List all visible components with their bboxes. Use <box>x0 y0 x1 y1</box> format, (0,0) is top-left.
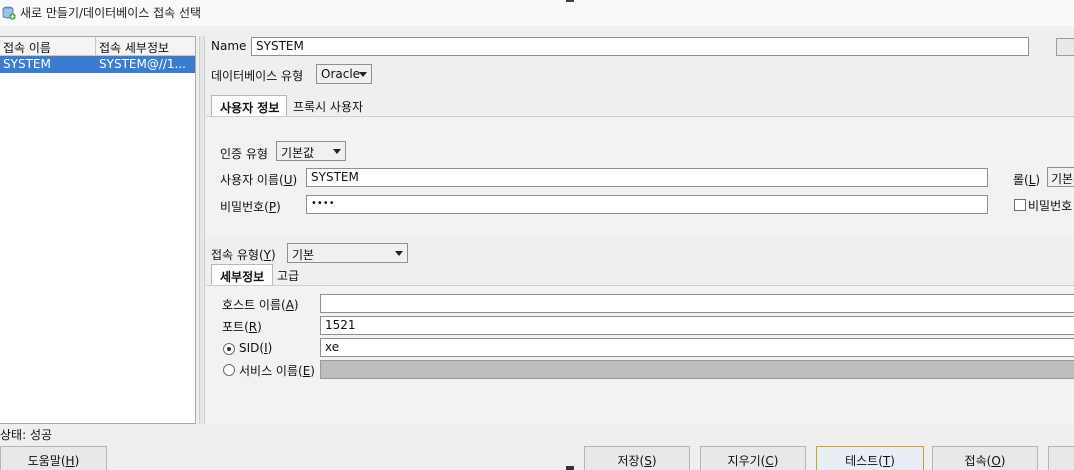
connection-type-label: 접속 유형(Y) <box>211 248 276 262</box>
password-label: 비밀번호(P) <box>220 200 281 214</box>
database-type-select[interactable]: Oracle <box>316 64 372 84</box>
chevron-down-icon <box>395 251 403 256</box>
column-header-connection-detail[interactable]: 접속 세부정보 <box>99 39 169 56</box>
port-label: 포트(R) <box>222 320 262 334</box>
cancel-button[interactable] <box>1048 446 1074 470</box>
title-bar-mark <box>566 0 574 2</box>
database-type-label: 데이터베이스 유형 <box>211 69 304 83</box>
window-title: 새로 만들기/데이터베이스 접속 선택 <box>20 6 202 20</box>
connection-tabstrip: 세부정보 고급 <box>211 264 411 285</box>
add-database-icon <box>2 6 16 20</box>
user-tabstrip: 사용자 정보 프록시 사용자 <box>211 95 511 116</box>
clear-button[interactable]: 지우기(C) <box>700 446 806 470</box>
port-input[interactable]: 1521 <box>320 316 1074 335</box>
connection-list[interactable]: 접속 이름 접속 세부정보 SYSTEM SYSTEM@//1... <box>0 36 196 424</box>
column-divider[interactable] <box>95 37 96 56</box>
color-picker-button[interactable] <box>1056 38 1074 56</box>
chevron-down-icon <box>359 72 367 77</box>
connection-row-detail: SYSTEM@//1... <box>99 57 186 71</box>
username-input[interactable]: SYSTEM <box>306 168 988 187</box>
connection-type-select[interactable]: 기본 <box>287 243 408 263</box>
save-password-checkbox[interactable] <box>1014 199 1026 211</box>
auth-type-label: 인증 유형 <box>220 147 268 161</box>
chevron-down-icon <box>333 149 341 154</box>
connection-row-name: SYSTEM <box>3 57 51 71</box>
password-input[interactable]: •••• <box>306 195 988 214</box>
sid-radio[interactable] <box>223 343 235 355</box>
tab-user-info[interactable]: 사용자 정보 <box>211 95 287 116</box>
test-button[interactable]: 테스트(T) <box>816 446 924 470</box>
column-header-connection-name[interactable]: 접속 이름 <box>3 39 51 56</box>
sid-input[interactable]: xe <box>320 338 1074 357</box>
username-label: 사용자 이름(U) <box>220 173 298 187</box>
service-name-label: 서비스 이름(E) <box>239 364 315 378</box>
save-password-label: 비밀번호 <box>1028 199 1073 213</box>
database-type-value: Oracle <box>321 67 361 81</box>
sid-label: SID(I) <box>239 341 273 355</box>
connection-type-value: 기본 <box>292 248 315 262</box>
name-input[interactable]: SYSTEM <box>251 37 1029 56</box>
panel-splitter[interactable] <box>199 36 205 424</box>
status-text: 상태: 성공 <box>0 428 53 442</box>
role-label: 롤(L) <box>1013 173 1041 187</box>
auth-type-value: 기본값 <box>281 146 315 160</box>
service-name-radio[interactable] <box>223 364 235 376</box>
connection-list-header: 접속 이름 접속 세부정보 <box>0 37 195 56</box>
tab-details[interactable]: 세부정보 <box>211 264 273 285</box>
host-input[interactable] <box>320 294 1074 313</box>
service-name-input <box>320 360 1074 379</box>
bottom-mark <box>566 466 574 470</box>
help-button[interactable]: 도움말(H) <box>0 446 107 470</box>
tab-proxy-user[interactable]: 프록시 사용자 <box>287 95 397 116</box>
connect-button[interactable]: 접속(O) <box>932 446 1038 470</box>
host-label: 호스트 이름(A) <box>222 298 299 312</box>
connection-row[interactable]: SYSTEM SYSTEM@//1... <box>0 56 195 73</box>
role-value: 기본 <box>1051 172 1074 186</box>
save-button[interactable]: 저장(S) <box>584 446 690 470</box>
tab-advanced[interactable]: 고급 <box>273 264 313 285</box>
name-label: Name <box>211 39 247 53</box>
role-select[interactable]: 기본 <box>1047 167 1074 187</box>
auth-type-select[interactable]: 기본값 <box>276 141 346 161</box>
